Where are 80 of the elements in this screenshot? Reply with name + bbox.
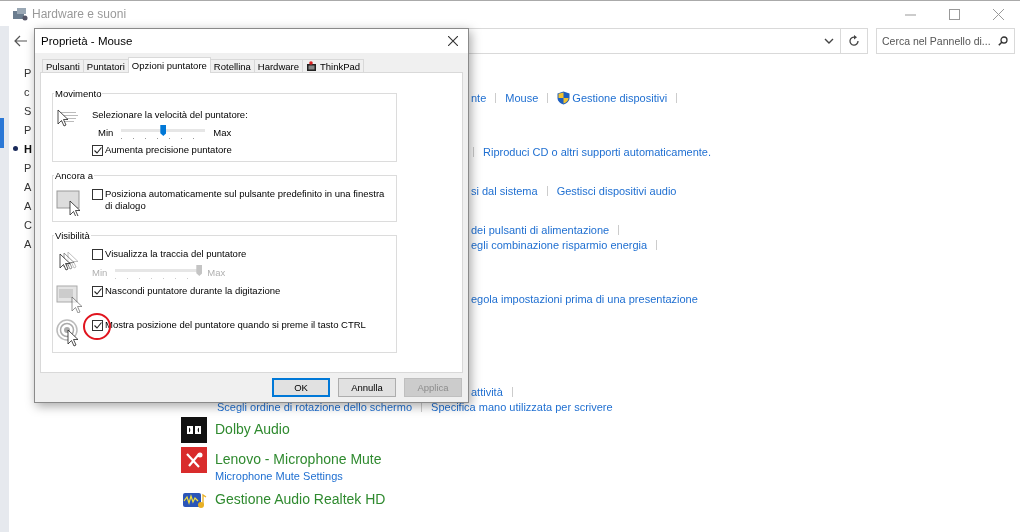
- link[interactable]: Mouse: [505, 91, 539, 104]
- link[interactable]: egola impostazioni prima di una presentazione: [471, 292, 698, 305]
- maximize-icon[interactable]: [948, 8, 960, 20]
- search-icon: [998, 36, 1008, 46]
- separator: [421, 401, 423, 412]
- dialog-title: Proprietà - Mouse: [41, 35, 133, 47]
- label: Selezionare la velocità del puntatore:: [92, 109, 249, 120]
- tab[interactable]: Hardware: [253, 59, 303, 73]
- slider-thumb[interactable]: [160, 125, 167, 136]
- checkbox[interactable]: [92, 286, 103, 297]
- close-icon[interactable]: [448, 36, 458, 46]
- checkbox-label: Nascondi puntatore durante la digitazione: [105, 285, 281, 297]
- checkbox[interactable]: [92, 249, 103, 260]
- back-arrow-icon[interactable]: [14, 35, 28, 47]
- group-title: Ancora a: [54, 170, 95, 181]
- slider-label: Max: [207, 266, 226, 278]
- chevron-down-icon[interactable]: [824, 38, 834, 44]
- tab[interactable]: Rotellina: [209, 59, 255, 73]
- check-icon: [93, 288, 102, 295]
- sidebar-item[interactable]: P: [24, 66, 32, 79]
- dialog-button[interactable]: OK: [272, 378, 330, 397]
- slider-label: Min: [92, 266, 108, 278]
- sidebar-item[interactable]: A: [24, 180, 32, 193]
- group-title: Movimento: [54, 88, 103, 99]
- slider-label: Min: [98, 126, 114, 138]
- separator: [656, 239, 658, 250]
- category-title[interactable]: Dolby Audio: [215, 419, 290, 439]
- search-field[interactable]: Cerca nel Pannello di...: [882, 35, 998, 47]
- separator: [676, 92, 678, 103]
- checkbox[interactable]: [92, 320, 103, 331]
- checkbox-label: Posiziona automaticamente sul pulsante predefinito in una finestra di dialogo: [105, 188, 386, 212]
- sidebar-item[interactable]: H: [24, 142, 32, 155]
- link[interactable]: Microphone Mute Settings: [215, 469, 382, 483]
- group-title: Visibilità: [54, 230, 91, 241]
- sidebar-item[interactable]: P: [24, 123, 32, 136]
- link[interactable]: Gestione dispositivi: [572, 91, 668, 104]
- sidebar-item[interactable]: A: [24, 237, 32, 250]
- link[interactable]: Riproduci CD o altri supporti automaticamente.: [483, 145, 712, 158]
- link[interactable]: Specifica mano utilizzata per scrivere: [431, 400, 613, 413]
- tab[interactable]: Puntatori: [82, 59, 129, 73]
- sidebar-item[interactable]: A: [24, 199, 32, 212]
- checkbox-label: Visualizza la traccia del puntatore: [105, 248, 247, 260]
- check-icon: [93, 147, 102, 154]
- microphone-mute-icon[interactable]: [181, 447, 207, 473]
- sidebar-item[interactable]: P: [24, 161, 32, 174]
- link[interactable]: Gestisci dispositivi audio: [556, 184, 677, 197]
- separator: [546, 185, 548, 196]
- app-icon: [12, 7, 28, 21]
- checkbox[interactable]: [92, 189, 103, 200]
- window-title: Hardware e suoni: [32, 7, 127, 21]
- search-box[interactable]: Cerca nel Pannello di...: [876, 28, 1015, 54]
- sidebar-item[interactable]: c: [24, 85, 30, 98]
- separator: [511, 386, 513, 397]
- tab[interactable]: ThinkPad: [302, 59, 365, 73]
- slider-label: Max: [213, 126, 232, 138]
- slider[interactable]: [121, 125, 206, 139]
- checkbox[interactable]: [92, 145, 103, 156]
- link[interactable]: nte: [471, 91, 487, 104]
- separator: [618, 224, 620, 235]
- tab[interactable]: Pulsanti: [42, 59, 84, 73]
- sidebar-item[interactable]: C: [24, 218, 32, 231]
- link[interactable]: dei pulsanti di alimentazione: [471, 223, 610, 236]
- link[interactable]: egli combinazione risparmio energia: [471, 238, 648, 251]
- checkbox-label: Aumenta precisione puntatore: [105, 144, 232, 156]
- sidebar-item[interactable]: S: [24, 104, 32, 117]
- check-icon: [93, 322, 102, 329]
- shield-icon: [557, 90, 571, 105]
- category-title[interactable]: Lenovo - Microphone Mute: [215, 449, 382, 469]
- separator: [495, 92, 497, 103]
- link[interactable]: si dal sistema: [471, 184, 538, 197]
- laptop-icon: [306, 60, 318, 73]
- category-title[interactable]: Gestione Audio Realtek HD: [215, 489, 386, 509]
- tab[interactable]: Opzioni puntatore: [127, 57, 211, 73]
- refresh-icon: [848, 35, 860, 47]
- dialog-button[interactable]: Annulla: [338, 378, 396, 397]
- hidden-pointer-icon: [56, 285, 84, 313]
- link[interactable]: attività: [471, 385, 503, 398]
- link[interactable]: Scegli ordine di rotazione dello schermo: [217, 400, 413, 413]
- separator: [547, 92, 549, 103]
- refresh-button[interactable]: [841, 28, 868, 54]
